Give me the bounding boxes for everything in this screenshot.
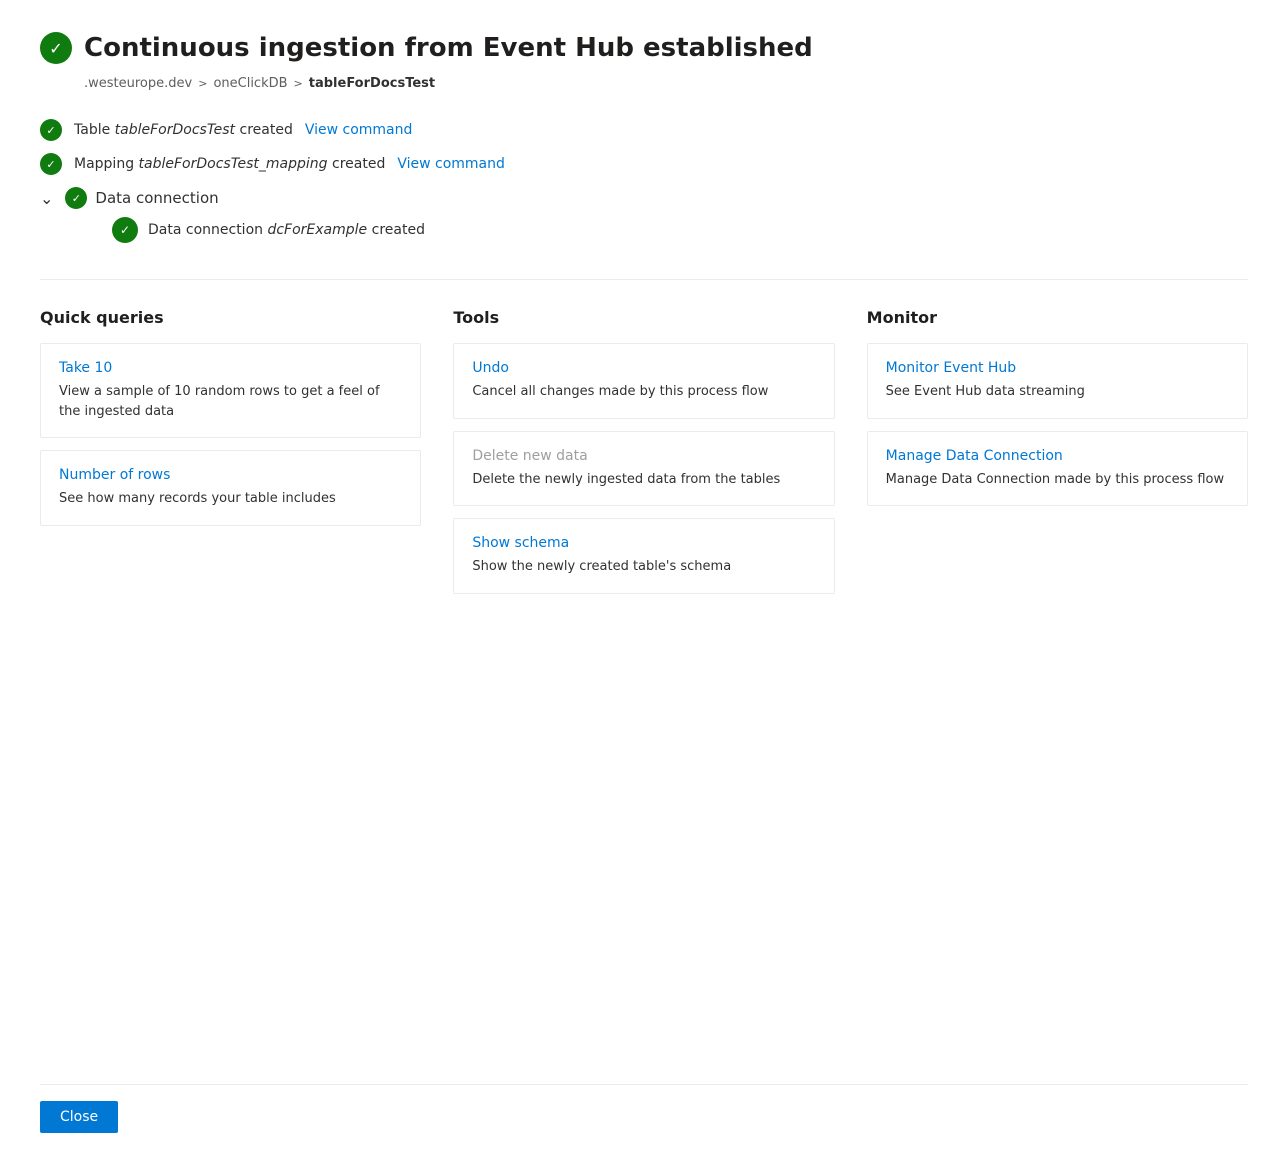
footer: Close: [40, 1084, 1248, 1149]
number-of-rows-card[interactable]: Number of rows See how many records your…: [40, 450, 421, 526]
manage-data-connection-description: Manage Data Connection made by this proc…: [886, 470, 1229, 490]
manage-data-connection-card[interactable]: Manage Data Connection Manage Data Conne…: [867, 431, 1248, 507]
show-schema-description: Show the newly created table's schema: [472, 557, 815, 577]
delete-new-data-title: Delete new data: [472, 448, 815, 464]
number-of-rows-description: See how many records your table includes: [59, 489, 402, 509]
quick-queries-column: Quick queries Take 10 View a sample of 1…: [40, 308, 453, 1084]
data-connection-row: ⌄ Data connection: [40, 187, 1248, 209]
manage-data-connection-title: Manage Data Connection: [886, 448, 1229, 464]
data-connection-success-icon: [65, 187, 87, 209]
take-10-card[interactable]: Take 10 View a sample of 10 random rows …: [40, 343, 421, 438]
breadcrumb-part1: .westeurope.dev: [84, 76, 192, 91]
monitor-event-hub-title: Monitor Event Hub: [886, 360, 1229, 376]
tools-title: Tools: [453, 308, 834, 327]
mapping-created-row: Mapping tableForDocsTest_mapping created…: [40, 153, 1248, 175]
status-section: Table tableForDocsTest created View comm…: [40, 119, 1248, 243]
quick-queries-title: Quick queries: [40, 308, 421, 327]
mapping-view-command-link[interactable]: View command: [397, 156, 505, 172]
take-10-title: Take 10: [59, 360, 402, 376]
undo-card[interactable]: Undo Cancel all changes made by this pro…: [453, 343, 834, 419]
table-view-command-link[interactable]: View command: [305, 122, 413, 138]
undo-description: Cancel all changes made by this process …: [472, 382, 815, 402]
success-icon-large: [40, 32, 72, 64]
chevron-down-icon[interactable]: ⌄: [40, 189, 53, 208]
data-connection-detail: Data connection dcForExample created: [112, 217, 1248, 243]
take-10-description: View a sample of 10 random rows to get a…: [59, 382, 402, 421]
monitor-event-hub-description: See Event Hub data streaming: [886, 382, 1229, 402]
delete-new-data-card[interactable]: Delete new data Delete the newly ingeste…: [453, 431, 834, 507]
dc-name: dcForExample: [267, 222, 367, 238]
delete-new-data-description: Delete the newly ingested data from the …: [472, 470, 815, 490]
monitor-title: Monitor: [867, 308, 1248, 327]
undo-title: Undo: [472, 360, 815, 376]
mapping-created-text: Mapping tableForDocsTest_mapping created: [74, 156, 385, 172]
breadcrumb-sep2: >: [294, 77, 303, 90]
dc-detail-success-icon: [112, 217, 138, 243]
show-schema-title: Show schema: [472, 535, 815, 551]
number-of-rows-title: Number of rows: [59, 467, 402, 483]
show-schema-card[interactable]: Show schema Show the newly created table…: [453, 518, 834, 594]
monitor-column: Monitor Monitor Event Hub See Event Hub …: [867, 308, 1248, 1084]
page-header: Continuous ingestion from Event Hub esta…: [40, 32, 1248, 64]
breadcrumb: .westeurope.dev > oneClickDB > tableForD…: [84, 76, 1248, 91]
breadcrumb-part2: oneClickDB: [213, 76, 287, 91]
close-button[interactable]: Close: [40, 1101, 118, 1133]
section-divider: [40, 279, 1248, 280]
page-title: Continuous ingestion from Event Hub esta…: [84, 33, 813, 63]
data-connection-section: ⌄ Data connection Data connection dcForE…: [40, 187, 1248, 243]
table-created-text: Table tableForDocsTest created: [74, 122, 293, 138]
breadcrumb-current: tableForDocsTest: [309, 76, 435, 91]
mapping-success-icon: [40, 153, 62, 175]
table-created-row: Table tableForDocsTest created View comm…: [40, 119, 1248, 141]
table-success-icon: [40, 119, 62, 141]
data-connection-label: Data connection: [95, 189, 218, 207]
panels-section: Quick queries Take 10 View a sample of 1…: [40, 308, 1248, 1084]
dc-detail-text: Data connection dcForExample created: [148, 222, 425, 238]
breadcrumb-sep1: >: [198, 77, 207, 90]
monitor-event-hub-card[interactable]: Monitor Event Hub See Event Hub data str…: [867, 343, 1248, 419]
table-name: tableForDocsTest: [115, 122, 235, 138]
tools-column: Tools Undo Cancel all changes made by th…: [453, 308, 866, 1084]
mapping-name: tableForDocsTest_mapping: [139, 156, 328, 172]
